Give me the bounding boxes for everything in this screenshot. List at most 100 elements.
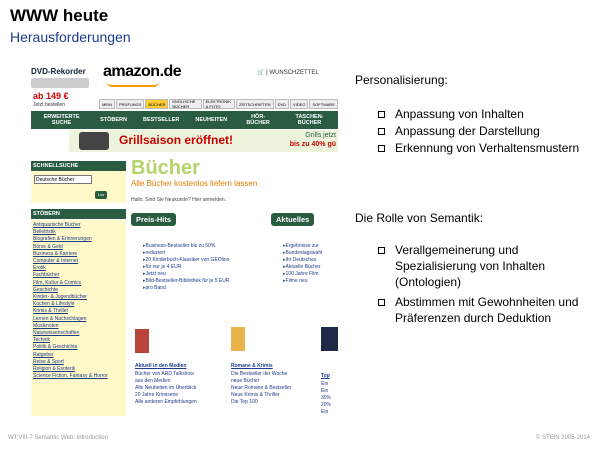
nav-hoerbuecher[interactable]: HÖR-BÜCHER: [235, 114, 281, 126]
list-item[interactable]: 100 Jahre Film: [283, 271, 338, 278]
browse-item[interactable]: Reise & Sport: [33, 359, 124, 366]
list-item[interactable]: 20 Jahre Krimiserie: [135, 392, 227, 399]
list-item[interactable]: Ergebnisse zur: [283, 243, 338, 250]
list-item[interactable]: Die Top 100: [231, 399, 317, 406]
list-item[interactable]: Aktuelle Bücher: [283, 264, 338, 271]
dvd-price-sub: Jetzt bestellen: [33, 102, 65, 108]
dvd-price: ab 149 €: [33, 91, 69, 101]
tab-software[interactable]: SOFTWARE: [309, 99, 338, 109]
tab-dvd[interactable]: DVD: [274, 99, 290, 109]
browse-item[interactable]: Religion & Esoterik: [33, 366, 124, 373]
list-item[interactable]: Bundestagswahl: [283, 250, 338, 257]
banner-side-line2: bis zu 40% gü: [289, 141, 336, 148]
checkbox-bullet-icon: [378, 247, 385, 254]
list-item-text: Verallgemeinerung und Spezialisierung vo…: [395, 243, 546, 289]
nav-stoebern[interactable]: STÖBERN: [92, 117, 135, 123]
browse-item[interactable]: Naturwissenschaften: [33, 330, 124, 337]
nav-taschenbuecher[interactable]: TASCHEN-BÜCHER: [281, 114, 338, 126]
list-item: Anpassung von Inhalten: [378, 106, 593, 122]
tab-buecher[interactable]: BÜCHER: [145, 99, 169, 109]
book-cover-image[interactable]: [135, 329, 149, 353]
tab-video[interactable]: VIDEO: [290, 99, 309, 109]
list-item[interactable]: pro Band: [143, 285, 268, 292]
list-item[interactable]: neue Bücher: [231, 378, 317, 385]
dvd-player-image: [31, 78, 89, 88]
browse-item[interactable]: Erotik: [33, 265, 124, 272]
wishlist-link[interactable]: WUNSCHZETTEL: [269, 70, 318, 76]
hello-line[interactable]: Hallo. Sind Sie Neukunde? Hier anmelden.: [131, 197, 226, 203]
banner-side-line1: Grills jetzt: [305, 132, 336, 139]
list-item[interactable]: Ihr Deutsches: [283, 257, 338, 264]
browse-item[interactable]: Science Fiction, Fantasy & Horror: [33, 373, 124, 380]
browse-item[interactable]: Geschichte: [33, 287, 124, 294]
top-section-title[interactable]: Top: [321, 373, 330, 379]
list-item[interactable]: Business-Bestseller bis zu 50%: [143, 243, 268, 250]
browse-item[interactable]: Technik: [33, 337, 124, 344]
media-section-list: Bücher von ARD Talkshow aus den Medien A…: [135, 371, 227, 406]
nav-neuheiten[interactable]: NEUHEITEN: [187, 117, 235, 123]
amazon-logo[interactable]: amazon.de: [103, 63, 182, 81]
list-item[interactable]: 20 Kinderbuch-Klassiker von GEOlino: [143, 257, 268, 264]
cart-link[interactable]: 🛒 | WUNSCHZETTEL: [257, 69, 319, 76]
list-item[interactable]: Jetzt neu: [143, 271, 268, 278]
list-item[interactable]: reduziert: [143, 250, 268, 257]
browse-item[interactable]: Kochen & Lifestyle: [33, 301, 124, 308]
list-item[interactable]: Alle Neuheiten im Überblick: [135, 385, 227, 392]
list-item[interactable]: für nur je 4 EUR: [143, 264, 268, 271]
list-item[interactable]: 20%: [321, 402, 338, 409]
list-item[interactable]: Alle anderen Empfehlungen: [135, 399, 227, 406]
tab-mein[interactable]: MEIN: [99, 99, 115, 109]
browse-item[interactable]: Börse & Geld: [33, 244, 124, 251]
nav-erweiterte-suche[interactable]: ERWEITERTE SUCHE: [31, 114, 92, 126]
checkbox-bullet-icon: [378, 145, 385, 152]
list-item[interactable]: Neue Krimis & Thriller: [231, 392, 317, 399]
list-item[interactable]: Die Bestseller der Woche: [231, 371, 317, 378]
dvd-ad-title[interactable]: DVD-Rekorder: [31, 67, 86, 76]
list-item[interactable]: 30%: [321, 395, 338, 402]
tab-englische[interactable]: ENGLISCHE BÜCHER: [169, 99, 202, 109]
browse-item[interactable]: Fachbücher: [33, 272, 124, 279]
slide-title: WWW heute: [10, 6, 109, 25]
list-item-text: Anpassung der Darstellung: [395, 124, 540, 138]
nav-bestseller[interactable]: BESTSELLER: [135, 117, 187, 123]
amazon-smile-icon: [107, 82, 159, 87]
checkbox-bullet-icon: [378, 299, 385, 306]
browse-item[interactable]: Ratgeber: [33, 352, 124, 359]
list-item[interactable]: Filme neu: [283, 278, 338, 285]
grill-image: [79, 132, 109, 150]
list-item: Abstimmen mit Gewohnheiten und Präferenz…: [378, 294, 583, 326]
browse-item[interactable]: Business & Karriere: [33, 251, 124, 258]
list-item[interactable]: Ein: [321, 381, 338, 388]
browse-item[interactable]: Biografien & Erinnerungen: [33, 236, 124, 243]
browse-item[interactable]: Computer & Internet: [33, 258, 124, 265]
book-cover-image[interactable]: [321, 327, 338, 351]
cart-icon: 🛒: [257, 70, 265, 76]
quicksearch-select[interactable]: Deutsche Bücher: [34, 175, 92, 184]
browse-item[interactable]: Kinder- & Jugendbücher: [33, 294, 124, 301]
novels-section-title[interactable]: Romane & Krimis: [231, 363, 273, 369]
list-item[interactable]: Bild-Bestseller-Bibliothek für je 5 EUR: [143, 278, 268, 285]
tab-pruefungs[interactable]: PRÜFUNGS: [116, 99, 145, 109]
list-item[interactable]: Ein: [321, 388, 338, 395]
book-cover-image[interactable]: [231, 327, 245, 351]
browse-item[interactable]: Krimis & Thriller: [33, 308, 124, 315]
browse-item[interactable]: Lernen & Nachschlagen: [33, 316, 124, 323]
price-hits-list: Business-Bestseller bis zu 50% reduziert…: [143, 243, 268, 292]
list-item[interactable]: aus den Medien: [135, 378, 227, 385]
list-item[interactable]: Neue Romane & Bestseller: [231, 385, 317, 392]
tab-zeitschriften[interactable]: ZEITSCHRIFTEN: [236, 99, 274, 109]
browse-item[interactable]: Film, Kultur & Comics: [33, 280, 124, 287]
browse-item[interactable]: Musiknoten: [33, 323, 124, 330]
tab-elektronik[interactable]: ELEKTRONIK & FOTO: [202, 99, 235, 109]
list-item: Anpassung der Darstellung: [378, 123, 593, 139]
list-item[interactable]: Bücher von ARD Talkshow: [135, 371, 227, 378]
browse-item[interactable]: Antiquarische Bücher: [33, 222, 124, 229]
browse-list: Antiquarische Bücher Belletristik Biogra…: [31, 220, 126, 416]
quicksearch-go-button[interactable]: Los: [95, 191, 107, 199]
browse-item[interactable]: Belletristik: [33, 229, 124, 236]
media-section-title[interactable]: Aktuell in den Medien: [135, 363, 186, 369]
browse-item[interactable]: Politik & Geschichte: [33, 344, 124, 351]
list-item[interactable]: Ein: [321, 409, 338, 416]
books-subheading[interactable]: Alle Bücher kostenlos liefern lassen: [131, 179, 257, 188]
grill-banner[interactable]: Grillsaison eröffnet! Grills jetzt bis z…: [69, 130, 338, 152]
